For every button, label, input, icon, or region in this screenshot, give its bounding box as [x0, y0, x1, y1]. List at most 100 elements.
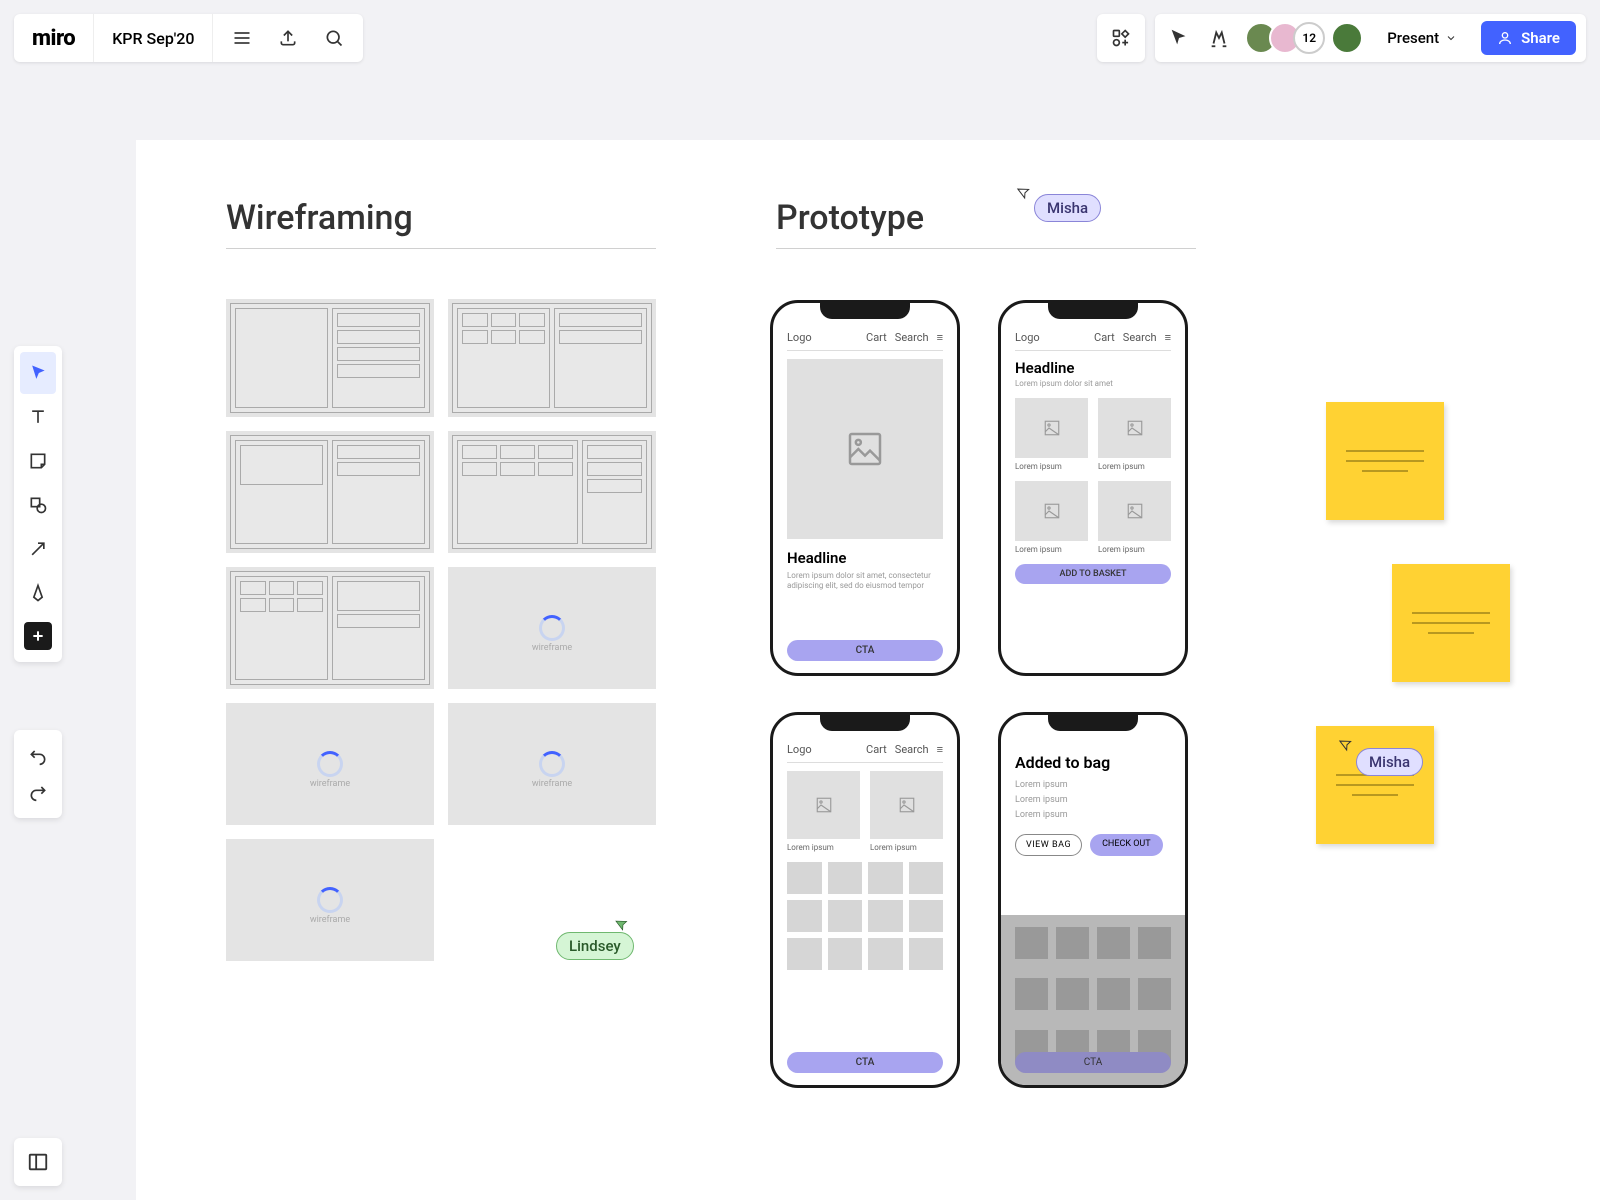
checkout-button: CHECK OUT [1090, 834, 1163, 856]
chevron-down-icon [1445, 32, 1457, 44]
logo-label: Logo [1015, 331, 1040, 344]
export-icon[interactable] [267, 17, 309, 59]
cursor-username: Misha [1369, 753, 1410, 771]
person-add-icon [1497, 30, 1513, 46]
prototype-screen-3[interactable]: LogoCartSearch≡ Lorem ipsum Lorem ipsum … [770, 712, 960, 1088]
search-label: Search [1123, 331, 1157, 344]
cart-label: Cart [866, 331, 887, 344]
canvas[interactable]: Wireframing wireframe wireframe wirefram… [136, 140, 1600, 1200]
phone-notch [1048, 303, 1138, 319]
spinner-icon [317, 887, 343, 913]
search-label: Search [895, 331, 929, 344]
app-logo[interactable]: miro [14, 14, 94, 62]
line-item: Lorem ipsum [1015, 810, 1171, 820]
subhead: Lorem ipsum dolor sit amet [1015, 379, 1171, 388]
board-name[interactable]: KPR Sep'20 [94, 29, 212, 48]
collaborator-cursor: Misha [1034, 194, 1101, 222]
caption: Lorem ipsum [1098, 462, 1171, 471]
wireframe-loading[interactable]: wireframe [448, 567, 656, 689]
phone-notch [820, 715, 910, 731]
caption: Lorem ipsum [870, 843, 943, 852]
loading-label: wireframe [532, 643, 572, 653]
wireframe-thumb[interactable] [226, 431, 434, 553]
hamburger-icon: ≡ [1165, 331, 1171, 344]
sticky-note[interactable] [1392, 564, 1510, 682]
image-placeholder [1015, 398, 1088, 458]
collaborator-cursor: Lindsey [556, 932, 634, 960]
image-placeholder [787, 359, 943, 539]
board-header: miro KPR Sep'20 [14, 14, 363, 62]
wireframing-section[interactable]: Wireframing wireframe wireframe wirefram… [226, 198, 656, 961]
image-placeholder [870, 771, 943, 839]
cart-label: Cart [866, 743, 887, 756]
prototype-screen-2[interactable]: Logo Cart Search ≡ Headline Lorem ipsum dol… [998, 300, 1188, 676]
arrow-tool[interactable] [20, 528, 56, 570]
wireframe-loading[interactable]: wireframe [226, 703, 434, 825]
cta-button: CTA [787, 640, 943, 661]
prototype-screen-4[interactable]: Added to bag Lorem ipsum Lorem ipsum Lor… [998, 712, 1188, 1088]
prototype-section[interactable]: Prototype [776, 198, 1196, 249]
cursor-username: Misha [1047, 199, 1088, 217]
wireframe-loading[interactable]: wireframe [226, 839, 434, 961]
shape-tool[interactable] [20, 484, 56, 526]
image-placeholder [1098, 481, 1171, 541]
logo-label: Logo [787, 331, 812, 344]
collaborator-cursor: Misha [1356, 748, 1423, 776]
section-title: Prototype [776, 198, 1196, 238]
sticky-note[interactable] [1316, 726, 1434, 844]
divider [226, 248, 656, 249]
sticky-note-tool[interactable] [20, 440, 56, 482]
logo-label: Logo [787, 743, 812, 756]
pen-tool[interactable] [20, 572, 56, 614]
cta-button-dimmed: CTA [1015, 1052, 1171, 1073]
image-placeholder [1098, 398, 1171, 458]
caption: Lorem ipsum [1015, 545, 1088, 554]
divider [776, 248, 1196, 249]
spinner-icon [539, 615, 565, 641]
spinner-icon [317, 751, 343, 777]
redo-button[interactable] [20, 774, 56, 810]
view-bag-button: VIEW BAG [1015, 834, 1082, 856]
loading-label: wireframe [532, 779, 572, 789]
image-placeholder [787, 771, 860, 839]
reactions-icon[interactable] [1205, 24, 1233, 52]
image-placeholder [1015, 481, 1088, 541]
caption: Lorem ipsum [787, 843, 860, 852]
sticky-note[interactable] [1326, 402, 1444, 520]
cta-button: CTA [787, 1052, 943, 1073]
tools-toolbar [14, 346, 62, 662]
loading-label: wireframe [310, 779, 350, 789]
main-menu-icon[interactable] [221, 17, 263, 59]
headline: Headline [787, 549, 943, 567]
present-label: Present [1387, 29, 1439, 47]
share-button[interactable]: Share [1481, 21, 1576, 55]
prototype-screen-1[interactable]: LogoCartSearch≡ Headline Lorem ipsum dol… [770, 300, 960, 676]
line-item: Lorem ipsum [1015, 795, 1171, 805]
share-label: Share [1521, 29, 1560, 47]
collaborator-avatars[interactable]: 12 [1245, 22, 1363, 54]
frames-panel-button[interactable] [14, 1138, 62, 1186]
caption: Lorem ipsum [1015, 462, 1088, 471]
add-tool[interactable] [24, 622, 52, 650]
add-to-basket-button: ADD TO BASKET [1015, 564, 1171, 584]
headline: Headline [1015, 359, 1171, 377]
apps-button[interactable] [1097, 14, 1145, 62]
hamburger-icon: ≡ [937, 743, 943, 756]
wireframe-thumb[interactable] [226, 299, 434, 417]
section-title: Wireframing [226, 198, 656, 238]
undo-button[interactable] [20, 738, 56, 774]
cursor-tool-icon[interactable] [1165, 24, 1193, 52]
avatar-count: 12 [1293, 22, 1325, 54]
present-button[interactable]: Present [1375, 21, 1469, 55]
wireframe-thumb[interactable] [448, 431, 656, 553]
cart-label: Cart [1094, 331, 1115, 344]
wireframe-loading[interactable]: wireframe [448, 703, 656, 825]
history-toolbar [14, 730, 62, 818]
hamburger-icon: ≡ [937, 331, 943, 344]
search-icon[interactable] [313, 17, 355, 59]
wireframe-thumb[interactable] [226, 567, 434, 689]
line-item: Lorem ipsum [1015, 780, 1171, 790]
text-tool[interactable] [20, 396, 56, 438]
select-tool[interactable] [20, 352, 56, 394]
wireframe-thumb[interactable] [448, 299, 656, 417]
